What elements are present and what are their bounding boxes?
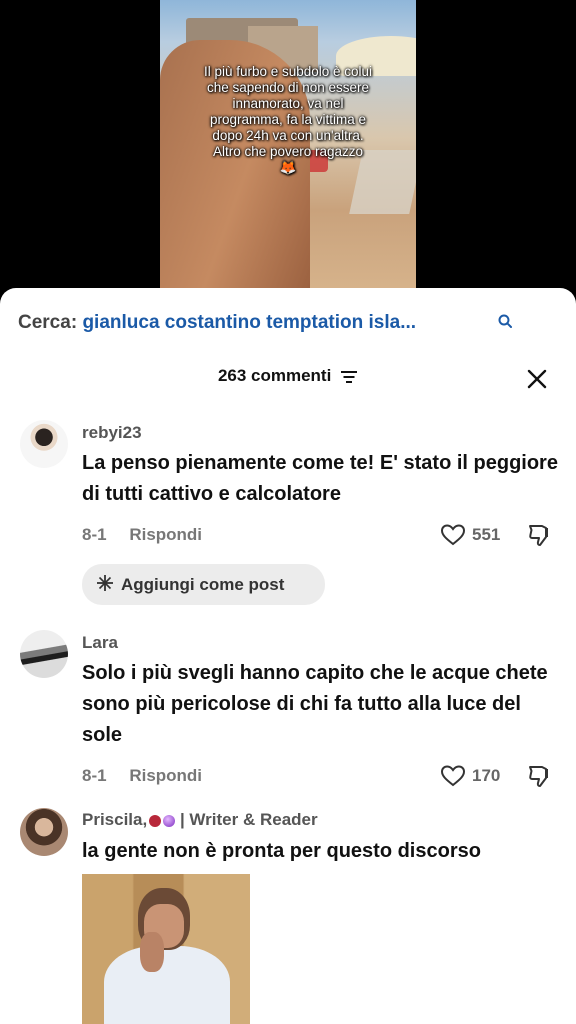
reply-button[interactable]: Rispondi — [129, 525, 202, 544]
gif-person-hand — [140, 932, 164, 972]
username-suffix: | Writer & Reader — [179, 810, 318, 829]
caption-emoji: 🦊 — [279, 160, 297, 175]
search-label: Cerca: — [18, 312, 78, 333]
like-count: 170 — [472, 766, 501, 785]
comment-username-row[interactable]: Priscila, | Writer & Reader — [82, 810, 318, 830]
caption-line: programma, fa la vittima e — [209, 112, 367, 127]
comment-text: Solo i più svegli hanno capito che le ac… — [82, 662, 548, 746]
caption-line: dopo 24h va con un'altra. — [212, 128, 364, 143]
video-caption: Il più furbo e subdolo è colui che sapen… — [160, 64, 416, 176]
search-query[interactable]: gianluca costantino temptation isla... — [82, 312, 416, 333]
heart-icon[interactable] — [440, 523, 466, 547]
like-count: 551 — [472, 525, 501, 544]
crystal-ball-emoji-icon — [163, 814, 176, 827]
comment-username[interactable]: Lara — [82, 633, 118, 653]
comment-meta: 8-1 Rispondi — [82, 766, 202, 786]
comment-gif-image[interactable] — [82, 874, 250, 1024]
caption-line: Altro che povero ragazzo — [212, 144, 364, 159]
filter-icon[interactable] — [340, 370, 358, 384]
like-control[interactable]: 551 — [440, 523, 520, 547]
video-player[interactable]: Il più furbo e subdolo è colui che sapen… — [160, 0, 416, 300]
like-control[interactable]: 170 — [440, 764, 520, 788]
search-suggestion[interactable]: Cerca: gianluca costantino temptation is… — [18, 312, 416, 334]
close-icon[interactable] — [526, 368, 548, 390]
gif-person-body — [104, 946, 230, 1024]
avatar[interactable] — [20, 420, 68, 468]
caption-line: Il più furbo e subdolo è colui — [203, 64, 373, 79]
comment-username[interactable]: rebyi23 — [82, 423, 142, 443]
heart-icon[interactable] — [440, 764, 466, 788]
comment-text: la gente non è pronta per questo discors… — [82, 840, 481, 862]
sparkle-icon — [97, 575, 113, 591]
add-as-post-label: Aggiungi come post — [121, 575, 285, 594]
reply-button[interactable]: Rispondi — [129, 766, 202, 785]
comment-text: La penso pienamente come te! E' stato il… — [82, 452, 558, 505]
comment-date: 8-1 — [82, 525, 107, 544]
rose-emoji-icon — [149, 814, 162, 827]
comment-meta: 8-1 Rispondi — [82, 525, 202, 545]
avatar[interactable] — [20, 630, 68, 678]
avatar[interactable] — [20, 808, 68, 856]
comments-header: 263 commenti — [0, 366, 576, 386]
comment-count: 263 commenti — [217, 366, 332, 385]
dislike-icon[interactable] — [527, 763, 553, 789]
add-as-post-button[interactable]: Aggiungi come post — [82, 564, 325, 605]
comment-username[interactable]: Priscila, — [82, 810, 147, 829]
caption-line: innamorato, va nel — [232, 96, 344, 111]
search-icon[interactable] — [497, 313, 513, 329]
dislike-icon[interactable] — [527, 522, 553, 548]
caption-line: che sapendo di non essere — [206, 80, 370, 95]
comment-date: 8-1 — [82, 766, 107, 785]
